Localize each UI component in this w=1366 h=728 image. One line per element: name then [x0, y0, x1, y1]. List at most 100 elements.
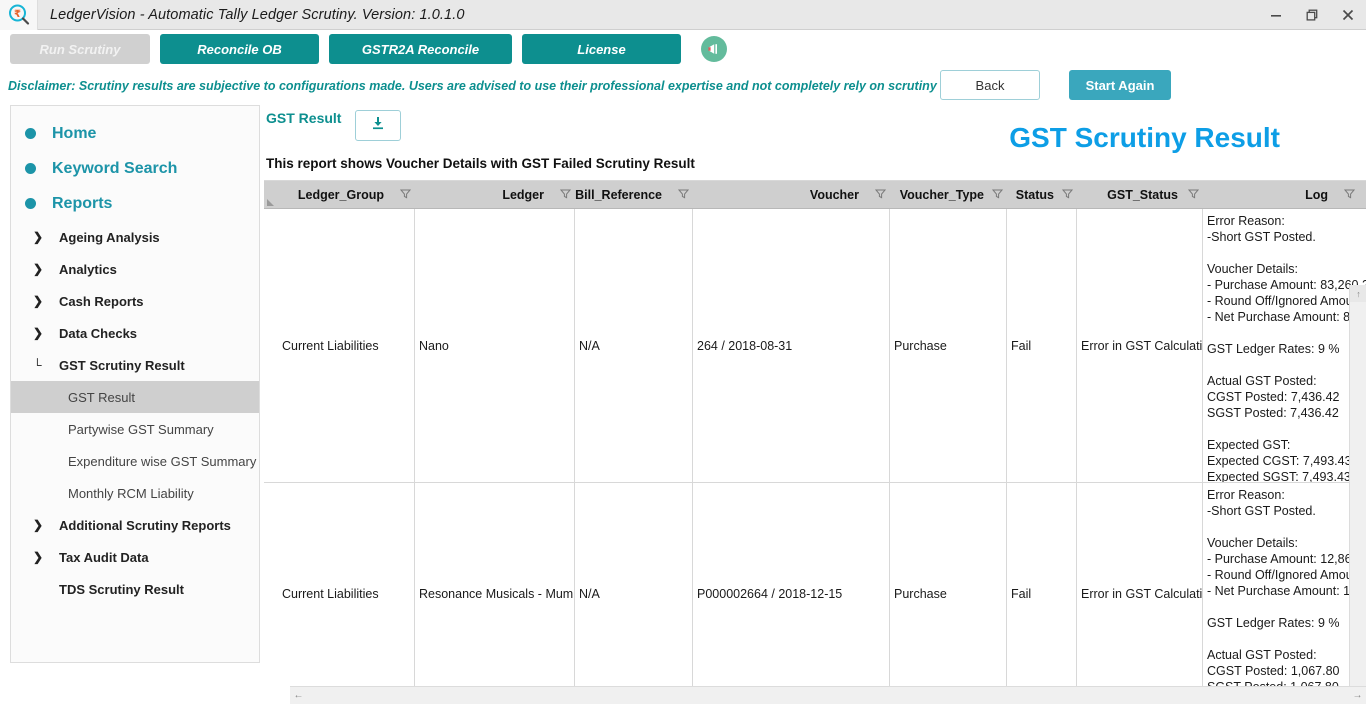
- scroll-left-button[interactable]: ←: [290, 687, 307, 704]
- window-title: LedgerVision - Automatic Tally Ledger Sc…: [50, 7, 465, 23]
- filter-funnel-icon[interactable]: [400, 186, 411, 204]
- sidebar-group-label: Cash Reports: [59, 294, 144, 309]
- filter-funnel-icon[interactable]: [875, 186, 886, 204]
- row-selector[interactable]: [264, 209, 278, 482]
- window-controls: [1258, 0, 1366, 30]
- sidebar-item-reports[interactable]: Reports: [11, 186, 259, 221]
- sidebar-group-analytics[interactable]: ❯ Analytics: [11, 253, 259, 285]
- rupee-magnifier-icon: ₹: [8, 4, 30, 26]
- chevron-right-icon: ❯: [33, 230, 47, 244]
- filter-funnel-icon[interactable]: [992, 186, 1003, 204]
- sidebar-item-label: Partywise GST Summary: [68, 422, 214, 437]
- reconcile-ob-button[interactable]: Reconcile OB: [160, 34, 319, 64]
- sidebar-item-home[interactable]: Home: [11, 116, 259, 151]
- column-header-label: Voucher_Type: [900, 188, 984, 202]
- license-button[interactable]: License: [522, 34, 681, 64]
- minimize-button[interactable]: [1258, 0, 1294, 30]
- column-header-ledger[interactable]: Ledger: [415, 181, 575, 209]
- sidebar-item-label: Keyword Search: [52, 160, 177, 178]
- column-header-voucher[interactable]: Voucher: [693, 181, 890, 209]
- horizontal-scrollbar[interactable]: ← →: [290, 686, 1366, 704]
- sidebar-item-label: GST Result: [68, 390, 135, 405]
- filter-funnel-icon[interactable]: [1344, 186, 1355, 204]
- start-again-button[interactable]: Start Again: [1069, 70, 1171, 100]
- cell-text: Error Reason: -Short GST Posted. Voucher…: [1207, 483, 1366, 704]
- scroll-right-button[interactable]: →: [1349, 687, 1366, 704]
- filter-funnel-icon[interactable]: [678, 186, 689, 204]
- sidebar-item-label: Home: [52, 125, 96, 143]
- chevron-right-icon: ❯: [33, 262, 47, 276]
- column-header-label: Log: [1305, 188, 1328, 202]
- sidebar-group-tax-audit-data[interactable]: ❯ Tax Audit Data: [11, 541, 259, 573]
- sidebar-item-gst-result[interactable]: GST Result: [11, 381, 259, 413]
- column-header-label: Voucher: [810, 188, 859, 202]
- cell-text: Fail: [1011, 587, 1031, 601]
- sidebar-main-nav: Home Keyword Search Reports: [11, 106, 259, 221]
- sidebar-group-data-checks[interactable]: ❯ Data Checks: [11, 317, 259, 349]
- cell-text: Resonance Musicals - Mumbai: [419, 587, 575, 601]
- sidebar-group-label: Analytics: [59, 262, 117, 277]
- filter-funnel-icon[interactable]: [560, 186, 571, 204]
- cell-voucher-type: Purchase: [890, 209, 1007, 482]
- sidebar-group-cash-reports[interactable]: ❯ Cash Reports: [11, 285, 259, 317]
- cell-text: Nano: [419, 339, 449, 353]
- bullet-icon: [25, 198, 36, 209]
- table-row[interactable]: Current Liabilities Nano N/A 264 / 2018-…: [264, 209, 1366, 483]
- filter-funnel-icon[interactable]: [1062, 186, 1073, 204]
- filter-funnel-icon[interactable]: [1188, 186, 1199, 204]
- scroll-up-button[interactable]: ↑: [1350, 285, 1366, 302]
- cell-text: N/A: [579, 587, 600, 601]
- disclaimer-text: Disclaimer: Scrutiny results are subject…: [8, 79, 985, 93]
- sidebar-item-tds-scrutiny-result[interactable]: TDS Scrutiny Result: [11, 573, 259, 605]
- select-all-corner[interactable]: [264, 181, 278, 209]
- cell-text: Error Reason: -Short GST Posted. Voucher…: [1207, 209, 1366, 482]
- cell-ledger: Resonance Musicals - Mumbai: [415, 483, 575, 704]
- maximize-restore-button[interactable]: [1294, 0, 1330, 30]
- sidebar-group-additional-scrutiny-reports[interactable]: ❯ Additional Scrutiny Reports: [11, 509, 259, 541]
- sidebar-group-ageing-analysis[interactable]: ❯ Ageing Analysis: [11, 221, 259, 253]
- column-header-log[interactable]: Log: [1203, 181, 1359, 209]
- sidebar-item-label: Expenditure wise GST Summary: [68, 454, 256, 469]
- cell-status: Fail: [1007, 209, 1077, 482]
- column-header-bill-reference[interactable]: Bill_Reference: [575, 181, 693, 209]
- cell-voucher: 264 / 2018-08-31: [693, 209, 890, 482]
- cell-text: 264 / 2018-08-31: [697, 339, 792, 353]
- close-button[interactable]: [1330, 0, 1366, 30]
- cell-ledger-group: Current Liabilities: [278, 209, 415, 482]
- column-header-ledger-group[interactable]: Ledger_Group: [278, 181, 415, 209]
- cell-text: P000002664 / 2018-12-15: [697, 587, 842, 601]
- bullet-icon: [25, 128, 36, 139]
- cell-ledger: Nano: [415, 209, 575, 482]
- column-header-voucher-type[interactable]: Voucher_Type: [890, 181, 1007, 209]
- main-toolbar: Run Scrutiny Reconcile OB GSTR2A Reconci…: [0, 30, 1366, 68]
- table-row[interactable]: Current Liabilities Resonance Musicals -…: [264, 483, 1366, 704]
- cell-text: Current Liabilities: [282, 339, 379, 353]
- cell-ledger-group: Current Liabilities: [278, 483, 415, 704]
- vertical-scrollbar[interactable]: ↑ ↓: [1349, 285, 1366, 704]
- download-button[interactable]: [355, 110, 401, 141]
- sidebar-group-label: Additional Scrutiny Reports: [59, 518, 231, 533]
- chevron-right-icon: ❯: [33, 294, 47, 308]
- column-header-label: Bill_Reference: [575, 188, 662, 202]
- gstr2a-reconcile-button[interactable]: GSTR2A Reconcile: [329, 34, 512, 64]
- cell-gst-status: Error in GST Calculation: [1077, 209, 1203, 482]
- table-body: Current Liabilities Nano N/A 264 / 2018-…: [264, 209, 1366, 704]
- gst-result-table: Ledger_Group Ledger Bill_Reference Vouch…: [264, 180, 1366, 704]
- sidebar-item-monthly-rcm-liability[interactable]: Monthly RCM Liability: [11, 477, 259, 509]
- sidebar-group-label: Data Checks: [59, 326, 137, 341]
- sidebar-item-keyword-search[interactable]: Keyword Search: [11, 151, 259, 186]
- megaphone-icon[interactable]: [701, 36, 727, 62]
- column-header-gst-status[interactable]: GST_Status: [1077, 181, 1203, 209]
- sidebar-item-expenditure-wise-gst-summary[interactable]: Expenditure wise GST Summary: [11, 445, 259, 477]
- column-header-label: Ledger: [502, 188, 544, 202]
- sidebar-group-label: Tax Audit Data: [59, 550, 149, 565]
- column-header-status[interactable]: Status: [1007, 181, 1077, 209]
- row-selector[interactable]: [264, 483, 278, 704]
- report-description: This report shows Voucher Details with G…: [266, 156, 695, 171]
- sidebar-group-gst-scrutiny-result[interactable]: └ GST Scrutiny Result: [11, 349, 259, 381]
- run-scrutiny-button[interactable]: Run Scrutiny: [10, 34, 150, 64]
- back-button[interactable]: Back: [940, 70, 1040, 100]
- sidebar-item-partywise-gst-summary[interactable]: Partywise GST Summary: [11, 413, 259, 445]
- page-title: GST Scrutiny Result: [1009, 122, 1280, 154]
- chevron-down-icon: └: [33, 358, 47, 372]
